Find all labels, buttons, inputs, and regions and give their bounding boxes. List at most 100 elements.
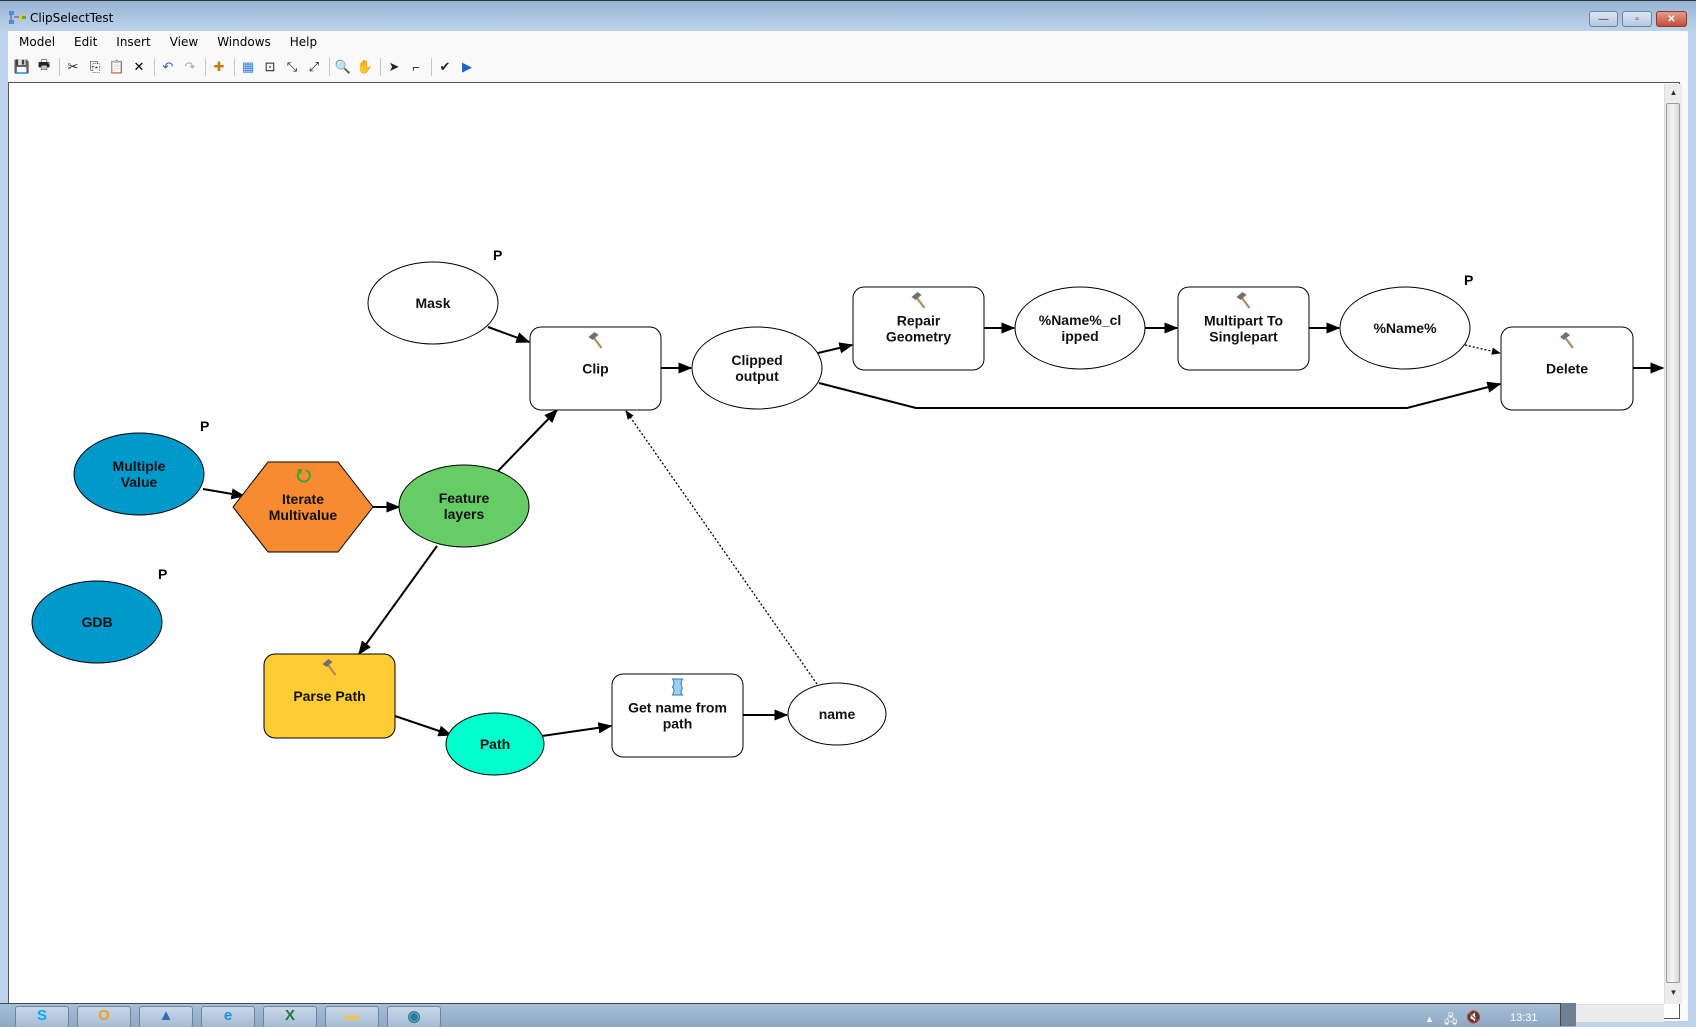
model-parameter-marker: P [1464, 272, 1473, 288]
model-node-multiple-value[interactable]: MultipleValue P [73, 418, 209, 516]
node-label: Multivalue [269, 507, 338, 523]
taskbar-excel-icon[interactable]: X [263, 1006, 317, 1027]
add-data-icon[interactable]: ✚ [209, 57, 229, 77]
window-title: ClipSelectTest [30, 11, 114, 25]
minimize-button[interactable]: — [1589, 11, 1618, 27]
windows-taskbar: S O ▲ e X ▬ ◉ ▲ 🖧 🔇 13:31 [0, 1003, 1575, 1027]
node-label: Clipped [731, 352, 782, 368]
model-node-parse-path[interactable]: Parse Path [263, 653, 396, 739]
show-hidden-icons-icon[interactable]: ▲ [1425, 1014, 1434, 1024]
model-node-name[interactable]: name [787, 682, 887, 746]
model-node-get-name[interactable]: Get name frompath [611, 673, 744, 758]
node-label: GDB [81, 614, 112, 630]
taskbar-skype-icon[interactable]: S [15, 1006, 69, 1027]
zoom-in-fixed-icon[interactable]: ⤡ [282, 57, 302, 77]
zoom-out-fixed-icon[interactable]: ⤢ [304, 57, 324, 77]
undo-icon[interactable]: ↶ [158, 57, 178, 77]
pan-icon[interactable]: ✋ [355, 57, 375, 77]
maximize-button[interactable]: ▫ [1622, 11, 1652, 27]
node-label: Iterate [282, 491, 324, 507]
run-icon[interactable]: ▶ [457, 57, 477, 77]
model-node-delete[interactable]: Delete [1500, 326, 1634, 411]
node-label: %Name%_cl [1039, 312, 1122, 328]
toolbar-separator [329, 58, 330, 76]
model-node-multipart[interactable]: Multipart ToSinglepart [1177, 286, 1310, 371]
node-label: Path [480, 736, 510, 752]
client-area: Model Edit Insert View Windows Help 💾 🖶 ✂ ⎘… [8, 31, 1688, 1021]
model-node-feature-layers[interactable]: Featurelayers [398, 464, 530, 548]
system-tray: ▲ 🖧 🔇 13:31 [1400, 1004, 1575, 1027]
node-label: Feature [439, 490, 490, 506]
node-label: layers [444, 506, 485, 522]
redo-icon[interactable]: ↷ [180, 57, 200, 77]
select-icon[interactable]: ➤ [384, 57, 404, 77]
vertical-scrollbar[interactable]: ▲ ▼ [1664, 84, 1682, 1004]
connection-feature_layers-to-parse_path[interactable] [358, 545, 438, 656]
zoom-in-icon[interactable]: 🔍 [333, 57, 353, 77]
full-extent-icon[interactable]: ⊡ [260, 57, 280, 77]
taskbar-arccatalog-icon[interactable]: ◉ [387, 1006, 441, 1027]
model-node-iterate[interactable]: IterateMultivalue [232, 461, 374, 553]
validate-icon[interactable]: ✔ [435, 57, 455, 77]
taskbar-arcgis-icon[interactable]: ▲ [139, 1006, 193, 1027]
toolbar-separator [59, 58, 60, 76]
node-label: Value [121, 474, 158, 490]
node-label: Multipart To [1204, 313, 1283, 329]
copy-icon[interactable]: ⎘ [85, 57, 105, 77]
show-desktop-button[interactable] [1560, 1003, 1576, 1026]
taskbar-outlook-icon[interactable]: O [77, 1006, 131, 1027]
model-node-name-clipped[interactable]: %Name%_clipped [1014, 286, 1146, 370]
connection-feature_layers-to-clip[interactable] [497, 408, 558, 472]
title-bar[interactable]: ClipSelectTest — ▫ ✕ [0, 1, 1696, 31]
model-node-path[interactable]: Path [445, 712, 545, 776]
connection-path-to-get_name[interactable] [541, 722, 613, 737]
taskbar-clock[interactable]: 13:31 [1510, 1012, 1538, 1024]
save-icon[interactable]: 💾 [12, 57, 32, 77]
vertical-scroll-thumb[interactable] [1666, 103, 1680, 983]
menu-view[interactable]: View [159, 35, 206, 49]
node-label: Clip [582, 361, 608, 377]
node-label: Delete [1546, 361, 1588, 377]
close-button[interactable]: ✕ [1656, 11, 1687, 27]
connection-name-to-clip[interactable] [625, 410, 818, 685]
model-diagram[interactable]: Mask P Clip Clippedoutput RepairGeometry %Nam… [9, 83, 1680, 1019]
menu-insert[interactable]: Insert [105, 35, 158, 49]
connection-parse_path-to-path[interactable] [394, 715, 453, 737]
node-label: output [735, 368, 779, 384]
node-label: path [663, 716, 693, 732]
model-node-repair-geometry[interactable]: RepairGeometry [852, 286, 985, 371]
connection-clipped_output-to-repair_geometry[interactable] [817, 342, 854, 354]
connection-name_pct-to-delete[interactable] [1464, 344, 1501, 355]
node-label: Multiple [113, 458, 166, 474]
menu-edit[interactable]: Edit [63, 35, 105, 49]
connection-mask-to-clip[interactable] [487, 326, 531, 343]
toolbar-separator [154, 58, 155, 76]
model-node-name-pct[interactable]: %Name% P [1339, 272, 1473, 370]
paste-icon[interactable]: 📋 [107, 57, 127, 77]
menu-windows[interactable]: Windows [206, 35, 279, 49]
node-label: Mask [415, 295, 450, 311]
menu-bar: Model Edit Insert View Windows Help [8, 31, 1688, 53]
cut-icon[interactable]: ✂ [63, 57, 83, 77]
toolbar: 💾 🖶 ✂ ⎘ 📋 ✕ ↶ ↷ ✚ ▦ ⊡ ⤡ ⤢ 🔍 ✋ ➤ ⌐ ✔ ▶ [12, 55, 479, 79]
model-node-mask[interactable]: Mask P [367, 247, 502, 345]
delete-icon[interactable]: ✕ [129, 57, 149, 77]
taskbar-file-explorer-icon[interactable]: ▬ [325, 1006, 379, 1027]
menu-help[interactable]: Help [279, 35, 325, 49]
node-label: Get name from [628, 700, 727, 716]
print-icon[interactable]: 🖶 [34, 57, 54, 77]
menu-model[interactable]: Model [8, 35, 63, 49]
model-node-gdb[interactable]: GDB P [31, 566, 167, 664]
model-node-clipped-output[interactable]: Clippedoutput [691, 326, 823, 410]
volume-icon[interactable]: 🔇 [1466, 1010, 1481, 1024]
model-node-clip[interactable]: Clip [529, 326, 662, 411]
connect-icon[interactable]: ⌐ [406, 57, 426, 77]
network-icon[interactable]: 🖧 [1444, 1010, 1457, 1027]
scroll-down-arrow-icon[interactable]: ▼ [1665, 984, 1682, 1001]
model-canvas[interactable]: Mask P Clip Clipped output Repair Geometry %Nam… [8, 82, 1680, 1019]
connection-multiple_value-to-iterate[interactable] [202, 488, 246, 500]
auto-layout-icon[interactable]: ▦ [238, 57, 258, 77]
scroll-up-arrow-icon[interactable]: ▲ [1665, 84, 1682, 101]
connection-clipped_output-to-delete[interactable] [818, 381, 1502, 409]
taskbar-internet-explorer-icon[interactable]: e [201, 1006, 255, 1027]
